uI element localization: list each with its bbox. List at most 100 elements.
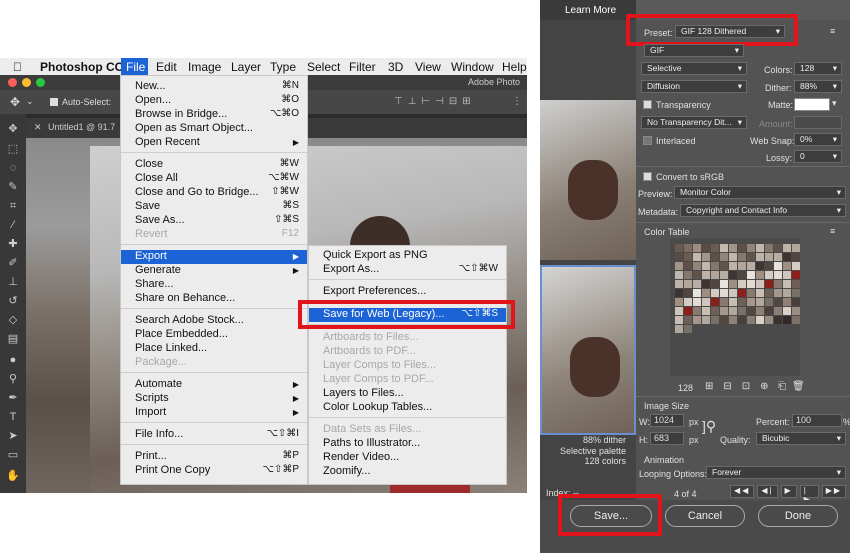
palette-swatch[interactable] (765, 271, 773, 279)
palette-swatch[interactable] (756, 307, 764, 315)
move-tool-icon[interactable]: ✥ (6, 122, 20, 136)
menu-type[interactable]: Type (270, 60, 296, 74)
palette-swatch[interactable] (756, 289, 764, 297)
palette-swatch[interactable] (774, 280, 782, 288)
palette-swatch[interactable] (711, 244, 719, 252)
palette-swatch[interactable] (684, 244, 692, 252)
palette-swatch[interactable] (729, 244, 737, 252)
menu-help[interactable]: Help (502, 60, 527, 74)
menu-layer[interactable]: Layer (231, 60, 261, 74)
palette-swatch[interactable] (792, 253, 800, 261)
palette-swatch[interactable] (711, 262, 719, 270)
palette-swatch[interactable] (675, 253, 683, 261)
file-menu-item[interactable]: Close ⌘W (121, 158, 307, 172)
menu-file[interactable]: File (121, 58, 148, 75)
blur-tool-icon[interactable]: ● (6, 353, 20, 367)
first-frame-icon[interactable]: ◀◀ (730, 485, 755, 498)
palette-swatch[interactable] (693, 307, 701, 315)
looping-dropdown[interactable]: Forever (706, 466, 846, 479)
palette-swatch[interactable] (783, 316, 791, 324)
preview-original[interactable] (540, 100, 636, 260)
palette-swatch[interactable] (756, 253, 764, 261)
file-menu-item[interactable]: File Info... ⌥⇧⌘I (121, 428, 307, 442)
palette-swatch[interactable] (711, 280, 719, 288)
preview-dropdown[interactable]: Monitor Color (674, 186, 846, 199)
palette-swatch[interactable] (720, 298, 728, 306)
export-menu-item[interactable]: Data Sets as Files... (309, 423, 506, 437)
palette-swatch[interactable] (702, 307, 710, 315)
palette-swatch[interactable] (747, 289, 755, 297)
reduction-dropdown[interactable]: Selective (641, 62, 747, 75)
palette-swatch[interactable] (792, 262, 800, 270)
file-menu-item[interactable]: Open as Smart Object... (121, 122, 307, 136)
move-tool-icon[interactable]: ✥ (10, 95, 20, 109)
palette-swatch[interactable] (675, 280, 683, 288)
palette-swatch[interactable] (765, 298, 773, 306)
palette-swatch[interactable] (684, 325, 692, 333)
path-select-icon[interactable]: ➤ (6, 429, 20, 443)
file-menu-item[interactable]: Place Embedded... (121, 328, 307, 342)
palette-swatch[interactable] (720, 253, 728, 261)
palette-swatch[interactable] (738, 253, 746, 261)
file-menu-item[interactable]: Share on Behance... (121, 292, 307, 306)
palette-swatch[interactable] (765, 253, 773, 261)
export-menu-item[interactable]: Color Lookup Tables... (309, 401, 506, 415)
palette-swatch[interactable] (693, 253, 701, 261)
web-snap-field[interactable]: 0% (794, 133, 842, 146)
palette-swatch[interactable] (711, 316, 719, 324)
auto-select-checkbox[interactable] (50, 98, 58, 106)
palette-swatch[interactable] (774, 298, 782, 306)
shape-tool-icon[interactable]: ▭ (6, 448, 20, 462)
history-brush-icon[interactable]: ↺ (6, 294, 20, 308)
palette-swatch[interactable] (756, 316, 764, 324)
export-menu-item[interactable]: Paths to Illustrator... (309, 437, 506, 451)
width-field[interactable]: 1024 (650, 414, 684, 427)
palette-swatch[interactable] (738, 262, 746, 270)
palette-swatch[interactable] (711, 271, 719, 279)
palette-swatch[interactable] (684, 316, 692, 324)
percent-field[interactable]: 100 (792, 414, 842, 427)
palette-swatch[interactable] (774, 244, 782, 252)
file-menu-item[interactable]: Close All ⌥⌘W (121, 172, 307, 186)
play-icon[interactable]: ▶ (780, 485, 797, 498)
palette-swatch[interactable] (765, 280, 773, 288)
menu-window[interactable]: Window (451, 60, 494, 74)
palette-swatch[interactable] (738, 307, 746, 315)
convert-srgb-checkbox[interactable] (643, 172, 652, 181)
palette-swatch[interactable] (684, 307, 692, 315)
palette-swatch[interactable] (774, 307, 782, 315)
palette-swatch[interactable] (792, 280, 800, 288)
quick-select-icon[interactable]: ✎ (6, 180, 20, 194)
palette-swatch[interactable] (783, 271, 791, 279)
palette-swatch[interactable] (720, 271, 728, 279)
export-menu-item[interactable]: Artboards to PDF... (309, 345, 506, 359)
palette-swatch[interactable] (675, 289, 683, 297)
palette-swatch[interactable] (720, 316, 728, 324)
palette-swatch[interactable] (675, 244, 683, 252)
palette-swatch[interactable] (693, 262, 701, 270)
palette-swatch[interactable] (702, 253, 710, 261)
transparency-checkbox[interactable] (643, 100, 652, 109)
palette-swatch[interactable] (756, 244, 764, 252)
palette-swatch[interactable] (684, 289, 692, 297)
file-menu-item[interactable]: Print One Copy ⌥⇧⌘P (121, 464, 307, 478)
palette-swatch[interactable] (711, 298, 719, 306)
palette-swatch[interactable] (702, 271, 710, 279)
palette-swatch[interactable] (747, 307, 755, 315)
healing-brush-icon[interactable]: ✚ (6, 237, 20, 251)
palette-swatch[interactable] (747, 280, 755, 288)
palette-swatch[interactable] (756, 271, 764, 279)
palette-swatch[interactable] (702, 244, 710, 252)
type-tool-icon[interactable]: T (6, 410, 20, 424)
palette-swatch[interactable] (729, 280, 737, 288)
dither-algorithm-dropdown[interactable]: Diffusion (641, 80, 747, 93)
palette-swatch[interactable] (792, 316, 800, 324)
palette-swatch[interactable] (720, 280, 728, 288)
palette-swatch[interactable] (792, 289, 800, 297)
palette-swatch[interactable] (702, 280, 710, 288)
color-table[interactable] (670, 238, 800, 376)
palette-swatch[interactable] (729, 262, 737, 270)
palette-swatch[interactable] (702, 316, 710, 324)
export-menu-item[interactable]: Layer Comps to PDF... (309, 373, 506, 387)
palette-swatch[interactable] (693, 244, 701, 252)
